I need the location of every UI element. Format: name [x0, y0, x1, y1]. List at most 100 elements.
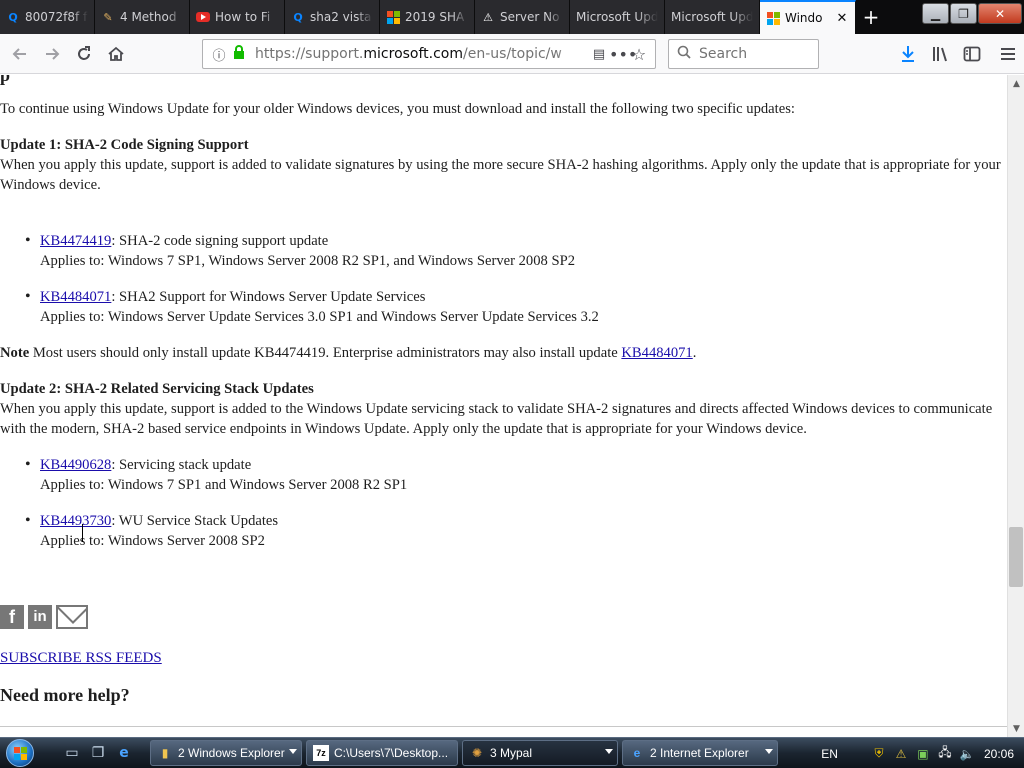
text-cursor [82, 524, 83, 542]
update1-description: When you apply this update, support is a… [0, 157, 1001, 193]
download-icon [902, 46, 914, 62]
chevron-down-icon [289, 749, 297, 754]
intro-paragraph: To continue using Windows Update for you… [0, 101, 795, 117]
sidebar-button[interactable] [956, 38, 988, 70]
tab-7[interactable]: Microsoft Upd [570, 0, 665, 34]
menu-button[interactable] [992, 38, 1024, 70]
email-icon[interactable] [56, 605, 88, 629]
navigation-toolbar: ⓘ https://support.microsoft.com/en-us/to… [0, 34, 1024, 74]
list-item: KB4493730: WU Service Stack Updates Appl… [25, 511, 278, 551]
linkedin-icon[interactable]: in [28, 605, 52, 629]
search-icon: Q [293, 10, 303, 24]
scroll-up-arrow-icon[interactable]: ▲ [1008, 75, 1024, 92]
tab-3[interactable]: How to Fi [190, 0, 285, 34]
update2-heading: Update 2: SHA-2 Related Servicing Stack … [0, 381, 314, 397]
chevron-down-icon [605, 749, 613, 754]
applies-to: Applies to: Windows 7 SP1 and Windows Se… [40, 477, 408, 493]
page-icon: ✎ [103, 10, 113, 24]
sidebar-icon [963, 46, 981, 62]
kb-title: : SHA-2 code signing support update [111, 233, 329, 249]
tab-4[interactable]: Q sha2 vista [285, 0, 380, 34]
bookmark-star-icon[interactable]: ☆ [629, 45, 649, 64]
network-icon[interactable]: 🖧 [936, 745, 954, 763]
kb-link[interactable]: KB4490628 [40, 457, 111, 473]
applies-to: Applies to: Windows 7 SP1, Windows Serve… [40, 253, 575, 269]
language-indicator[interactable]: EN [821, 747, 838, 761]
kb-link[interactable]: KB4493730 [40, 513, 111, 529]
download-button[interactable] [892, 38, 924, 70]
close-window-button[interactable]: ✕ [978, 3, 1022, 24]
show-desktop-icon[interactable]: ▭ [60, 741, 84, 765]
folder-icon: ▮ [161, 746, 169, 760]
reload-icon [78, 45, 90, 60]
tab-2[interactable]: ✎ 4 Method [95, 0, 190, 34]
search-placeholder: Search [699, 46, 748, 62]
reader-view-icon[interactable]: ▤ [589, 47, 609, 62]
security-shield-icon[interactable]: ⛨ [870, 745, 888, 763]
url-text[interactable]: https://support.microsoft.com/en-us/topi… [249, 46, 589, 62]
volume-icon[interactable]: 🔈 [958, 745, 976, 763]
chevron-down-icon [765, 749, 773, 754]
url-bar[interactable]: ⓘ https://support.microsoft.com/en-us/to… [202, 39, 656, 69]
tab-1[interactable]: Q 80072f8f f [0, 0, 95, 34]
switch-windows-icon[interactable]: ❐ [86, 741, 110, 765]
7zip-icon: 7z [313, 745, 329, 761]
tab-active[interactable]: Windo ✕ [760, 0, 856, 34]
scrollbar-thumb[interactable] [1009, 527, 1023, 587]
taskbar-button-explorer[interactable]: ▮ 2 Windows Explorer [150, 740, 302, 766]
tab-6[interactable]: ⚠ Server No [475, 0, 570, 34]
home-icon [108, 46, 124, 61]
url-path: /en-us/topic/w [463, 46, 562, 62]
update2-description: When you apply this update, support is a… [0, 401, 993, 437]
cutoff-heading: p [0, 75, 11, 85]
reload-button[interactable] [68, 38, 100, 70]
forward-button[interactable] [36, 38, 68, 70]
new-tab-button[interactable]: + [856, 0, 886, 34]
library-button[interactable] [924, 38, 956, 70]
minimize-button[interactable]: ▁ [922, 3, 949, 24]
search-bar[interactable]: Search [668, 39, 819, 69]
applies-to: Applies to: Windows Server 2008 SP2 [40, 533, 265, 549]
page-actions-icon[interactable]: ••• [609, 45, 637, 64]
home-button[interactable] [100, 38, 132, 70]
kb-link[interactable]: KB4484071 [40, 289, 111, 305]
search-icon [677, 45, 691, 63]
browser-tab-strip: Q 80072f8f f ✎ 4 Method How to Fi Q sha2… [0, 0, 1024, 34]
close-tab-icon[interactable]: ✕ [835, 11, 849, 26]
taskbar-button-label: C:\Users\7\Desktop... [334, 746, 449, 760]
taskbar-button-ie[interactable]: e 2 Internet Explorer [622, 740, 778, 766]
maximize-button[interactable]: ❐ [950, 3, 977, 24]
kb-link[interactable]: KB4484071 [621, 345, 692, 361]
microsoft-icon [766, 11, 780, 25]
taskbar-button-mypal[interactable]: ✺ 3 Mypal [462, 740, 618, 766]
microsoft-icon [386, 10, 400, 24]
tab-5[interactable]: 2019 SHA [380, 0, 475, 34]
youtube-icon [196, 10, 210, 24]
start-button[interactable] [0, 738, 40, 768]
internet-explorer-icon[interactable]: e [112, 741, 136, 765]
update-icon[interactable]: ⚠ [892, 745, 910, 763]
update1-heading: Update 1: SHA-2 Code Signing Support [0, 137, 249, 153]
subscribe-rss-link[interactable]: SUBSCRIBE RSS FEEDS [0, 648, 162, 668]
toolbar-right [892, 38, 1024, 70]
facebook-icon[interactable]: f [0, 605, 24, 629]
windows-logo-icon [6, 739, 34, 767]
taskbar-button-7zip[interactable]: 7z C:\Users\7\Desktop... [306, 740, 458, 766]
kb-link[interactable]: KB4474419 [40, 233, 111, 249]
lock-icon[interactable] [229, 45, 249, 63]
clock[interactable]: 20:06 [984, 747, 1014, 761]
warning-icon: ⚠ [483, 10, 493, 24]
list-item: KB4490628: Servicing stack update Applie… [25, 455, 408, 495]
windows-taskbar: ▭ ❐ e ▮ 2 Windows Explorer 7z C:\Users\7… [0, 737, 1024, 768]
tab-8[interactable]: Microsoft Upd [665, 0, 760, 34]
hamburger-menu-icon [1001, 48, 1015, 60]
list-item: KB4474419: SHA-2 code signing support up… [25, 231, 575, 271]
back-button[interactable] [4, 38, 36, 70]
ie-icon: e [633, 746, 641, 760]
kb-title: : Servicing stack update [111, 457, 252, 473]
social-share-bar: f in [0, 605, 88, 629]
vertical-scrollbar[interactable]: ▲ ▼ [1007, 75, 1024, 737]
safely-remove-icon[interactable]: ▣ [914, 745, 932, 763]
info-icon[interactable]: ⓘ [209, 45, 229, 64]
scroll-down-arrow-icon[interactable]: ▼ [1008, 720, 1024, 737]
